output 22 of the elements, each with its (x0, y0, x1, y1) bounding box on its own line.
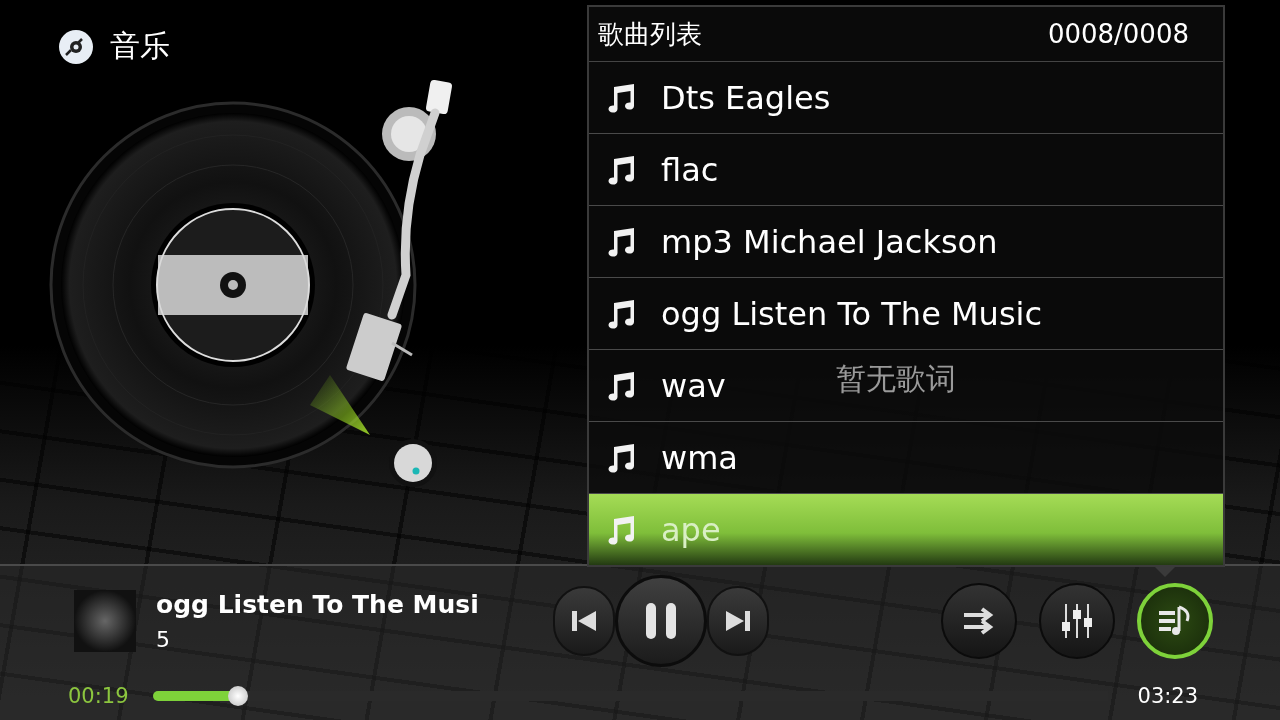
disc-icon (58, 28, 94, 65)
next-button[interactable] (707, 586, 769, 657)
next-icon (724, 609, 752, 634)
playlist-item[interactable]: mp3 Michael Jackson (589, 206, 1223, 278)
playlist-item[interactable]: ogg Listen To The Music (589, 278, 1223, 350)
arrows-icon (962, 606, 996, 637)
lyrics-placeholder: 暂无歌词 (836, 361, 956, 397)
pause-icon (643, 601, 679, 642)
total-time: 03:23 (1137, 684, 1199, 709)
previous-button[interactable] (553, 586, 615, 657)
previous-icon (570, 609, 598, 634)
track-subtitle: 5 (156, 627, 171, 653)
progress-handle[interactable] (228, 686, 249, 707)
playlist-item[interactable]: flac (589, 134, 1223, 206)
equalizer-icon (1060, 602, 1094, 641)
track-title: ogg Listen To The Musi (156, 590, 480, 620)
playlist-item[interactable]: Dts Eagles (589, 62, 1223, 134)
elapsed-time: 00:19 (68, 684, 129, 709)
playlist-title: 歌曲列表 (598, 17, 702, 51)
track-counter: 0008/0008 (1047, 19, 1189, 49)
album-art (74, 590, 136, 653)
app-title: 音乐 (110, 27, 170, 65)
